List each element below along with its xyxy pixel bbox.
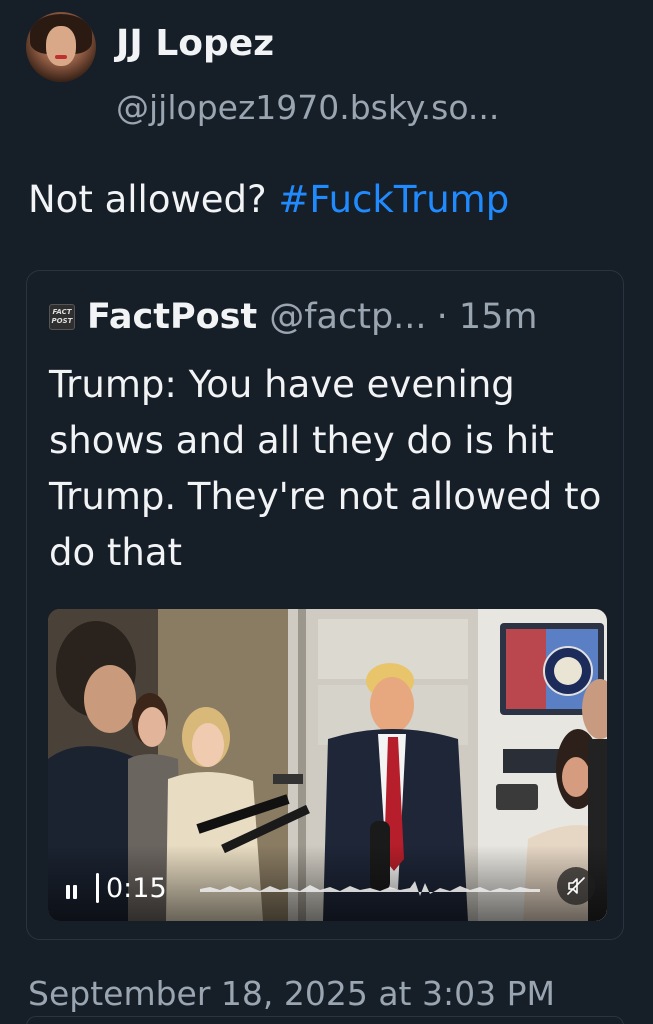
quoted-post-header: FACT POST FactPost @factp... · 15m xyxy=(49,295,537,339)
author-handle[interactable]: @jjlopez1970.bsky.so... xyxy=(116,86,499,130)
hashtag-link[interactable]: #FuckTrump xyxy=(278,178,509,221)
author-names: JJ Lopez @jjlopez1970.bsky.so... xyxy=(116,12,499,130)
quoted-age: · 15m xyxy=(436,297,538,337)
quoted-display-name[interactable]: FactPost xyxy=(87,295,257,339)
video-elapsed-time: 0:15 xyxy=(106,873,167,904)
post-text-plain: Not allowed? xyxy=(28,178,279,221)
quoted-handle[interactable]: @factp... xyxy=(269,295,426,339)
quoted-post-text: Trump: You have evening shows and all th… xyxy=(49,363,602,574)
pause-icon[interactable] xyxy=(66,885,80,901)
quoted-post[interactable]: FACT POST FactPost @factp... · 15m Trump… xyxy=(26,270,624,940)
post-timestamp: September 18, 2025 at 3:03 PM xyxy=(28,974,555,1013)
author-avatar[interactable] xyxy=(26,12,96,82)
video-controls: 0:15 xyxy=(48,845,607,921)
factpost-avatar-icon[interactable]: FACT POST xyxy=(49,304,75,330)
speaker-muted-icon xyxy=(567,877,585,895)
video-player[interactable]: 0:15 xyxy=(48,609,607,921)
author-display-name[interactable]: JJ Lopez xyxy=(116,20,499,68)
audio-waveform[interactable] xyxy=(200,878,540,900)
time-divider xyxy=(96,873,99,903)
post-text: Not allowed? #FuckTrump xyxy=(28,174,509,226)
mute-button[interactable] xyxy=(557,867,595,905)
post-header: JJ Lopez @jjlopez1970.bsky.so... xyxy=(26,12,499,130)
post-thread-item: JJ Lopez @jjlopez1970.bsky.so... Not all… xyxy=(0,0,653,1024)
post-actions-bar-edge xyxy=(26,1016,624,1024)
